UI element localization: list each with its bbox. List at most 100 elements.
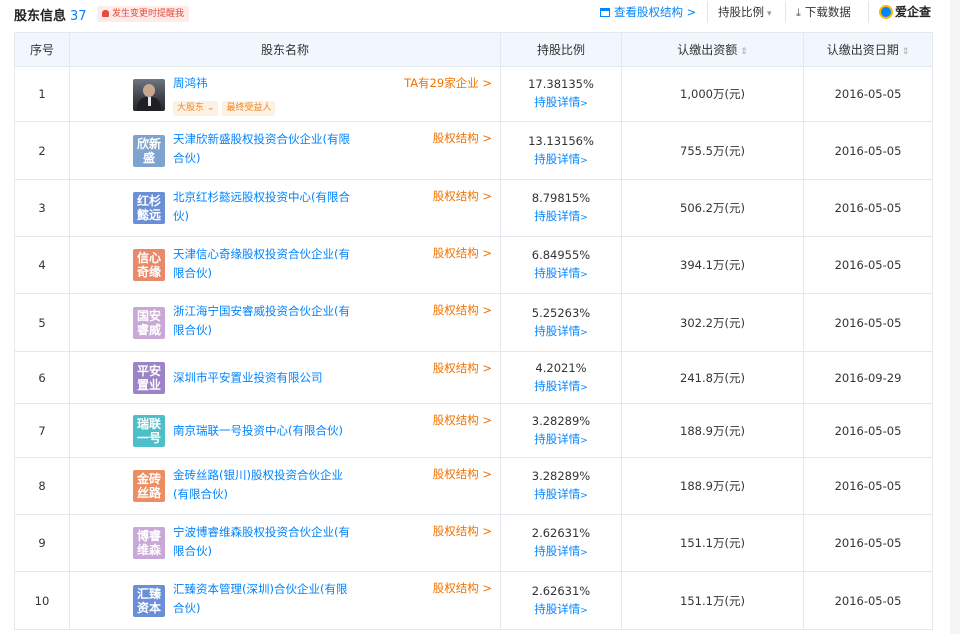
name-line: 限合伙): [173, 266, 212, 280]
equity-structure-link[interactable]: 股权结构 >: [433, 580, 492, 596]
shareholder-cell: 信心 奇缘 天津信心奇缘股权投资合伙企业(有 限合伙) 股权结构 >: [69, 236, 501, 294]
brand-label: 爱企查: [895, 5, 932, 19]
table-row: 7 瑞联 一号 南京瑞联一号投资中心(有限合伙) 股权结构 > 3.28289% 持股详情>…: [14, 403, 933, 458]
name-line: 合伙): [173, 601, 201, 615]
share-ratio: 2.62631%: [531, 526, 591, 540]
name-line: 浙江海宁国安睿威投资合伙企业(有: [173, 304, 350, 318]
equity-structure-link[interactable]: 股权结构 >: [433, 360, 492, 376]
share-ratio: 3.28289%: [531, 469, 591, 483]
equity-structure-link[interactable]: 股权结构 >: [433, 412, 492, 428]
major-shareholder-tag[interactable]: 大股东 ⌄: [173, 101, 219, 116]
subscribed-date: 2016-05-05: [803, 236, 933, 294]
equity-structure-link[interactable]: 股权结构 >: [433, 466, 492, 482]
download-button[interactable]: ⤓ 下载数据: [796, 4, 851, 21]
shareholder-name-link[interactable]: 南京瑞联一号投资中心(有限合伙): [173, 421, 353, 440]
ratio-cell: 6.84955% 持股详情>: [500, 236, 622, 294]
sort-icon[interactable]: ⇕: [902, 47, 910, 57]
company-logo[interactable]: 信心 奇缘: [133, 249, 165, 281]
shareholder-name-link[interactable]: 金砖丝路(银川)股权投资合伙企业 (有限合伙): [173, 466, 353, 504]
shareholder-name-link[interactable]: 天津欣新盛股权投资合伙企业(有限 合伙): [173, 130, 353, 168]
holding-detail-label: 持股详情: [534, 266, 581, 280]
holding-detail-link[interactable]: 持股详情>: [501, 207, 621, 227]
ratio-cell: 2.62631% 持股详情>: [500, 571, 622, 630]
logo-text: 欣新: [136, 136, 161, 151]
logo-text: 盛: [142, 150, 155, 165]
holding-detail-link[interactable]: 持股详情>: [501, 322, 621, 342]
equity-structure-link[interactable]: 股权结构 >: [433, 245, 492, 261]
company-logo[interactable]: 国安 睿威: [133, 306, 165, 339]
shareholder-cell: 平安 置业 深圳市平安置业投资有限公司 股权结构 >: [69, 351, 501, 404]
table-row: 10 汇臻 资本 汇臻资本管理(深圳)合伙企业(有限 合伙) 股权结构 > 2.62631%…: [14, 571, 933, 630]
company-logo[interactable]: 平安 置业: [133, 361, 165, 394]
view-structure-link[interactable]: 查看股权结构 >: [600, 4, 696, 20]
company-logo[interactable]: 博睿 维森: [133, 527, 165, 559]
subscribed-date: 2016-05-05: [803, 571, 933, 630]
row-index: 8: [14, 457, 70, 515]
table-row: 3 红杉 懿远 北京红杉懿远股权投资中心(有限合 伙) 股权结构 > 8.79815% 持股详…: [14, 179, 933, 237]
sort-icon[interactable]: ⇕: [740, 47, 748, 57]
company-logo[interactable]: 汇臻 资本: [133, 584, 165, 617]
chevron-right-icon: >: [580, 99, 588, 109]
col-index: 序号: [14, 32, 70, 67]
shareholder-cell: 周鸿祎 大股东 ⌄ 最终受益人 TA有29家企业 >: [69, 66, 501, 122]
company-logo[interactable]: 金砖 丝路: [133, 470, 165, 502]
shareholder-name-link[interactable]: 汇臻资本管理(深圳)合伙企业(有限 合伙): [173, 580, 353, 618]
row-index: 2: [14, 121, 70, 180]
holding-detail-link[interactable]: 持股详情>: [501, 150, 621, 170]
equity-structure-link[interactable]: 股权结构 >: [433, 188, 492, 204]
chevron-right-icon: >: [580, 213, 588, 223]
sort-ratio-dropdown[interactable]: 持股比例 ▾: [718, 4, 772, 22]
toolbar-divider: [707, 1, 708, 23]
related-companies-link[interactable]: TA有29家企业 >: [404, 75, 492, 91]
company-logo[interactable]: 瑞联 一号: [133, 414, 165, 447]
share-ratio: 8.79815%: [531, 191, 591, 205]
equity-structure-link[interactable]: 股权结构 >: [433, 523, 492, 539]
shareholder-name-link[interactable]: 深圳市平安置业投资有限公司: [173, 368, 353, 387]
col-date[interactable]: 认缴出资日期 ⇕: [803, 32, 933, 67]
holding-detail-link[interactable]: 持股详情>: [501, 600, 621, 620]
shareholder-name-link[interactable]: 浙江海宁国安睿威投资合伙企业(有 限合伙): [173, 302, 353, 340]
name-line: (有限合伙): [173, 487, 228, 501]
equity-structure-link[interactable]: 股权结构 >: [433, 130, 492, 146]
download-label: 下载数据: [804, 5, 851, 19]
chevron-down-icon: ▾: [767, 9, 772, 19]
chevron-right-icon: >: [580, 491, 588, 501]
holding-detail-link[interactable]: 持股详情>: [501, 264, 621, 284]
shareholder-name-link[interactable]: 天津信心奇缘股权投资合伙企业(有 限合伙): [173, 245, 353, 283]
name-line: 限合伙): [173, 323, 212, 337]
ratio-cell: 13.13156% 持股详情>: [500, 121, 622, 180]
subscribed-amount: 302.2万(元): [621, 293, 804, 352]
share-ratio: 17.38135%: [528, 77, 594, 91]
shareholder-table: 序号 股东名称 持股比例 认缴出资额 ⇕ 认缴出资日期 ⇕ 1 周鸿祎 大股东 ⌄ 最终受…: [14, 32, 933, 630]
shareholder-cell: 博睿 维森 宁波博睿维森股权投资合伙企业(有 限合伙) 股权结构 >: [69, 514, 501, 572]
chevron-right-icon: >: [580, 270, 588, 280]
logo-text: 丝路: [136, 486, 161, 500]
col-amount[interactable]: 认缴出资额 ⇕: [621, 32, 804, 67]
row-index: 3: [14, 179, 70, 237]
shareholder-name-link[interactable]: 周鸿祎: [173, 75, 208, 91]
row-index: 10: [14, 571, 70, 630]
holding-detail-link[interactable]: 持股详情>: [501, 542, 621, 562]
scrollbar[interactable]: [950, 0, 960, 634]
equity-structure-link[interactable]: 股权结构 >: [433, 302, 492, 318]
company-logo[interactable]: 欣新盛: [133, 134, 165, 167]
shareholder-name-link[interactable]: 宁波博睿维森股权投资合伙企业(有 限合伙): [173, 523, 353, 561]
holding-detail-label: 持股详情: [534, 378, 581, 393]
ratio-cell: 2.62631% 持股详情>: [500, 514, 622, 572]
holding-detail-link[interactable]: 持股详情>: [501, 377, 621, 397]
logo-text: 奇缘: [136, 265, 161, 279]
shareholder-name-link[interactable]: 北京红杉懿远股权投资中心(有限合 伙): [173, 188, 353, 226]
avatar[interactable]: [133, 79, 165, 111]
company-logo[interactable]: 红杉 懿远: [133, 192, 165, 224]
holding-detail-link[interactable]: 持股详情>: [501, 485, 621, 505]
chevron-down-icon: ⌄: [206, 103, 215, 113]
subscribed-amount: 394.1万(元): [621, 236, 804, 294]
holding-detail-link[interactable]: 持股详情>: [501, 93, 621, 113]
subscribed-date: 2016-05-05: [803, 457, 933, 515]
col-date-label: 认缴出资日期: [826, 43, 899, 57]
subscribed-amount: 151.1万(元): [621, 514, 804, 572]
ratio-cell: 5.25263% 持股详情>: [500, 293, 622, 352]
shareholder-cell: 汇臻 资本 汇臻资本管理(深圳)合伙企业(有限 合伙) 股权结构 >: [69, 571, 501, 630]
change-alert-button[interactable]: 发生变更时提醒我: [97, 6, 190, 22]
holding-detail-link[interactable]: 持股详情>: [501, 430, 621, 450]
